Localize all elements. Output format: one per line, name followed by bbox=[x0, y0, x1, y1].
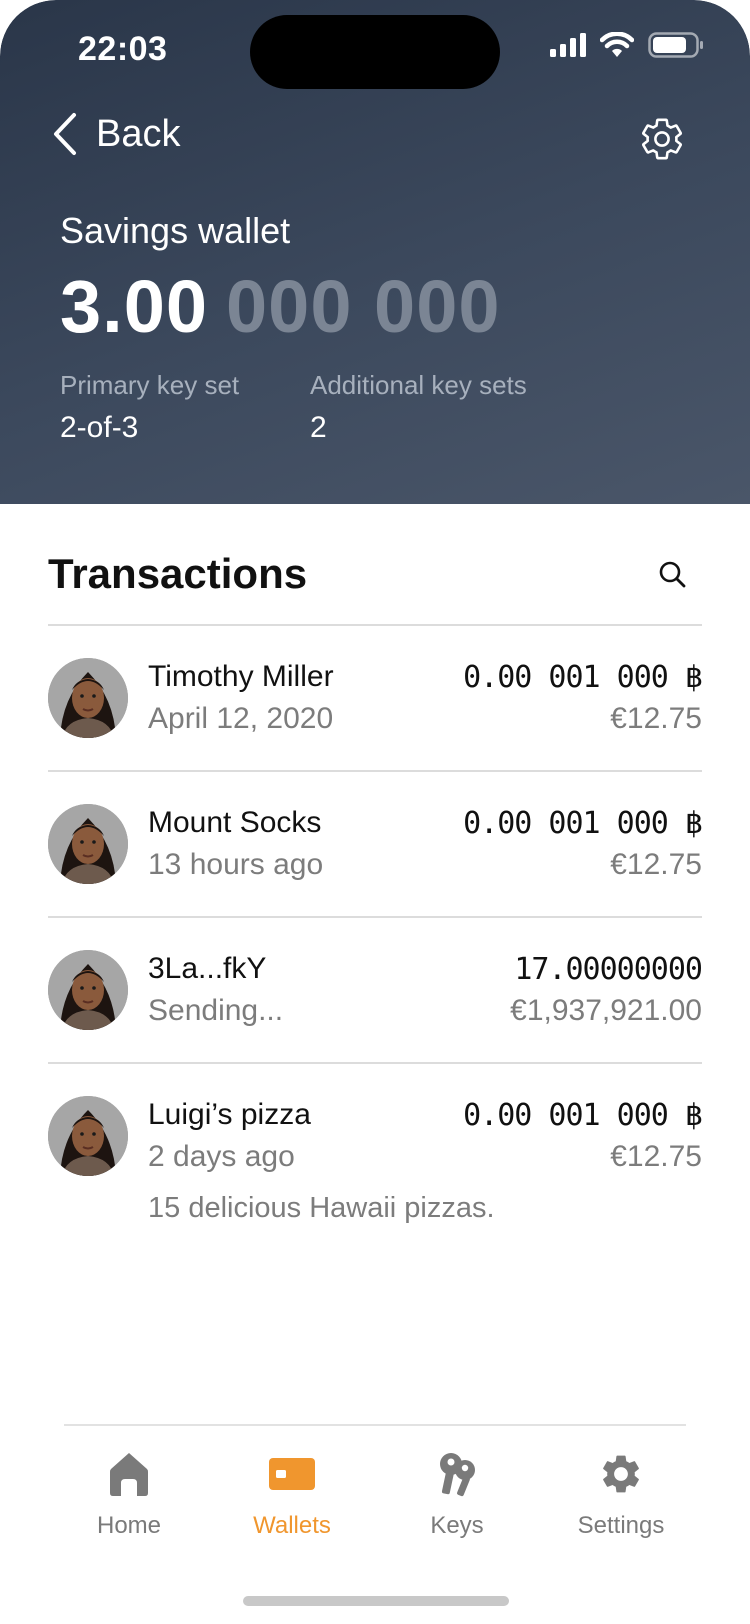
primary-key-set-value: 2-of-3 bbox=[60, 411, 139, 444]
balance-dim-digits: 000 000 bbox=[226, 265, 501, 348]
transaction-list: Timothy Miller April 12, 2020 0.00 001 0… bbox=[48, 624, 703, 1256]
transaction-date: 13 hours ago bbox=[148, 848, 324, 881]
transaction-date: 2 days ago bbox=[148, 1140, 295, 1173]
transaction-name: Mount Socks bbox=[148, 806, 322, 839]
transaction-name: 3La...fkY bbox=[148, 952, 267, 985]
transaction-date: April 12, 2020 bbox=[148, 702, 334, 735]
status-icons bbox=[550, 32, 704, 58]
wallet-icon bbox=[269, 1458, 315, 1490]
primary-key-set: Primary key set 2-of-3 bbox=[60, 370, 239, 445]
transaction-amount: 17.00000000 bbox=[514, 952, 703, 987]
additional-key-sets-value: 2 bbox=[310, 411, 327, 444]
tab-home-label: Home bbox=[96, 1512, 162, 1539]
tab-keys[interactable]: Keys bbox=[382, 1450, 532, 1540]
home-indicator bbox=[243, 1596, 509, 1606]
wallet-balance: 3.00 000 000 bbox=[60, 264, 501, 349]
dynamic-island bbox=[250, 15, 500, 89]
phone-screen: 22:03 Back Savings wallet 3.00 000 000 P… bbox=[0, 0, 750, 1624]
tab-keys-label: Keys bbox=[430, 1512, 484, 1539]
transaction-amount: 0.00 001 000 ฿ bbox=[463, 806, 703, 841]
tab-settings-label: Settings bbox=[577, 1512, 665, 1539]
transaction-row[interactable]: Luigi’s pizza 2 days ago 0.00 001 000 ฿ … bbox=[48, 1064, 703, 1256]
transaction-row[interactable]: Mount Socks 13 hours ago 0.00 001 000 ฿ … bbox=[48, 772, 703, 916]
wallet-title: Savings wallet bbox=[60, 210, 291, 251]
avatar bbox=[48, 950, 128, 1030]
transaction-name: Timothy Miller bbox=[148, 660, 334, 693]
primary-key-set-label: Primary key set bbox=[60, 370, 240, 400]
avatar bbox=[48, 804, 128, 884]
wifi-icon bbox=[600, 32, 634, 57]
search-button[interactable] bbox=[658, 560, 686, 593]
tabbar-divider bbox=[64, 1424, 686, 1426]
back-label: Back bbox=[96, 112, 181, 155]
keys-icon bbox=[440, 1453, 475, 1497]
balance-main: 3.00 bbox=[60, 265, 209, 348]
transaction-row[interactable]: Timothy Miller April 12, 2020 0.00 001 0… bbox=[48, 626, 703, 770]
transaction-fiat-amount: €1,937,921.00 bbox=[510, 994, 702, 1027]
transaction-amount: 0.00 001 000 ฿ bbox=[463, 660, 703, 695]
cellular-signal-icon bbox=[550, 33, 586, 57]
home-icon bbox=[110, 1453, 148, 1496]
avatar bbox=[48, 658, 128, 738]
settings-icon bbox=[603, 1455, 639, 1493]
tab-wallets[interactable]: Wallets bbox=[217, 1450, 367, 1540]
chevron-left-icon bbox=[54, 113, 76, 155]
wallet-header: 22:03 Back Savings wallet 3.00 000 000 P… bbox=[0, 0, 750, 504]
status-time: 22:03 bbox=[78, 30, 168, 68]
additional-key-sets-label: Additional key sets bbox=[310, 370, 527, 400]
tab-settings[interactable]: Settings bbox=[546, 1450, 696, 1540]
transaction-row[interactable]: 3La...fkY Sending... 17.00000000 €1,937,… bbox=[48, 918, 703, 1062]
tab-wallets-label: Wallets bbox=[253, 1512, 331, 1539]
battery-icon bbox=[648, 32, 703, 58]
back-button[interactable]: Back bbox=[52, 112, 180, 156]
transaction-status: Sending... bbox=[148, 994, 284, 1027]
transaction-fiat-amount: €12.75 bbox=[610, 1140, 702, 1173]
tab-home[interactable]: Home bbox=[54, 1450, 204, 1540]
transaction-fiat-amount: €12.75 bbox=[610, 702, 702, 735]
transaction-amount: 0.00 001 000 ฿ bbox=[463, 1098, 703, 1133]
avatar bbox=[48, 1096, 128, 1176]
wallet-settings-button[interactable] bbox=[638, 115, 686, 168]
additional-key-sets: Additional key sets 2 bbox=[310, 370, 527, 445]
transaction-note: 15 delicious Hawaii pizzas. bbox=[148, 1192, 495, 1224]
gear-icon bbox=[642, 118, 682, 160]
search-icon bbox=[659, 561, 686, 588]
transaction-fiat-amount: €12.75 bbox=[610, 848, 702, 881]
transaction-name: Luigi’s pizza bbox=[148, 1098, 311, 1131]
transactions-heading: Transactions bbox=[48, 550, 308, 597]
